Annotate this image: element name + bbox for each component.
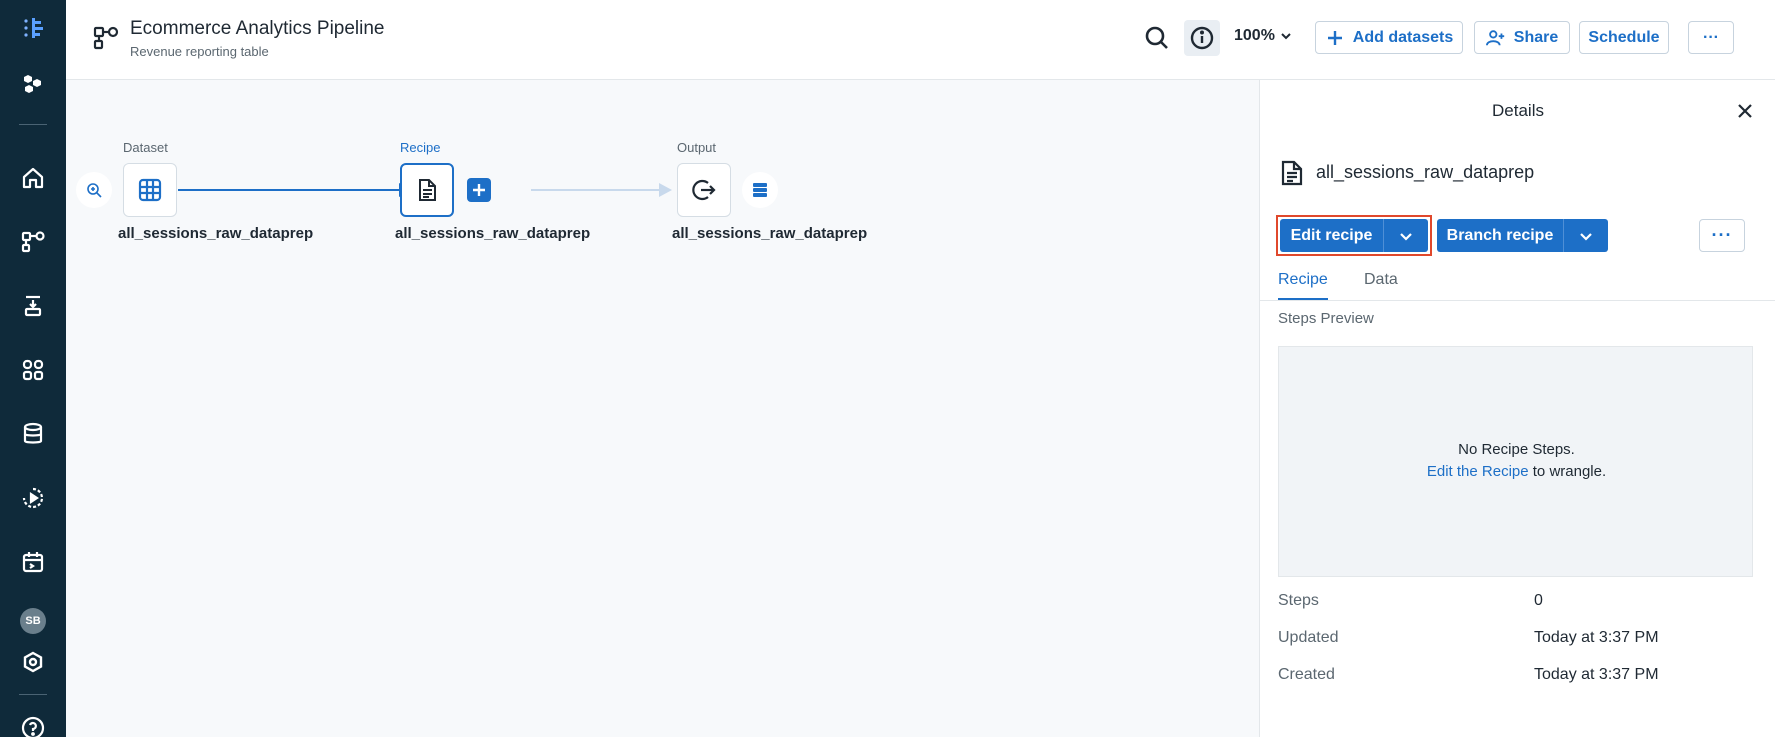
add-datasets-label: Add datasets — [1352, 28, 1454, 46]
no-steps-text: No Recipe Steps. — [1458, 441, 1575, 458]
edit-recipe-highlight — [1276, 215, 1432, 256]
panel-more-button[interactable]: ··· — [1699, 219, 1745, 252]
recipe-label: all_sessions_raw_dataprep — [395, 225, 591, 242]
meta-created-key: Created — [1278, 666, 1335, 683]
document-icon — [1281, 160, 1303, 186]
more-options-icon: ··· — [1703, 28, 1719, 46]
flow-connectors — [178, 183, 672, 197]
chevron-down-icon — [1580, 232, 1592, 241]
server-icon — [753, 183, 767, 197]
document-icon — [419, 179, 436, 201]
output-node[interactable] — [677, 163, 731, 217]
zoom-value: 100% — [1234, 27, 1275, 44]
info-button[interactable] — [1184, 20, 1220, 56]
steps-preview-box: No Recipe Steps. Edit the Recipe to wran… — [1278, 346, 1753, 577]
recipe-caption: Recipe — [400, 140, 441, 155]
branch-recipe-split-button: Branch recipe — [1437, 219, 1608, 252]
avatar[interactable]: SB — [20, 608, 46, 634]
edit-the-recipe-link[interactable]: Edit the Recipe — [1427, 463, 1529, 480]
panel-title: Details — [1492, 101, 1544, 120]
apps-icon[interactable] — [0, 350, 66, 390]
home-icon[interactable] — [0, 158, 66, 198]
flow-canvas[interactable]: Dataset all_sessions_raw_dataprep Recipe… — [66, 80, 1259, 737]
branch-recipe-dropdown[interactable] — [1564, 219, 1608, 252]
edit-hint: Edit the Recipe to wrangle. — [1279, 463, 1754, 480]
meta-created-value: Today at 3:37 PM — [1534, 666, 1659, 683]
more-options-button[interactable]: ··· — [1688, 21, 1734, 54]
flow-icon[interactable] — [0, 222, 66, 262]
page-subtitle: Revenue reporting table — [130, 44, 269, 59]
zoom-dropdown[interactable]: 100% — [1234, 27, 1293, 45]
tabs-divider — [1260, 300, 1775, 301]
calendar-icon[interactable] — [0, 542, 66, 582]
search-icon[interactable] — [1143, 24, 1171, 52]
edit-hint-suffix: to wrangle. — [1528, 463, 1607, 480]
recipe-node[interactable] — [400, 163, 454, 217]
zoom-dataset-button[interactable] — [76, 172, 112, 208]
schedule-label: Schedule — [1588, 28, 1660, 46]
left-nav: SB — [0, 0, 66, 737]
plus-icon — [1327, 30, 1342, 45]
chevron-down-icon — [1281, 33, 1291, 40]
help-icon[interactable] — [0, 708, 66, 737]
dataset-label: all_sessions_raw_dataprep — [118, 225, 314, 242]
dataset-node[interactable] — [123, 163, 177, 217]
jobs-icon[interactable] — [0, 478, 66, 518]
publish-destination-button[interactable] — [742, 172, 778, 208]
logo-icon[interactable] — [0, 8, 66, 48]
meta-updated-value: Today at 3:37 PM — [1534, 629, 1659, 646]
meta-updated-key: Updated — [1278, 629, 1339, 646]
settings-icon[interactable] — [0, 642, 66, 682]
hexagons-icon[interactable] — [0, 64, 66, 104]
search-icon — [87, 183, 102, 198]
plus-icon — [473, 184, 485, 196]
tab-data[interactable]: Data — [1364, 271, 1398, 289]
meta-steps-key: Steps — [1278, 592, 1319, 609]
nav-divider — [19, 694, 47, 695]
branch-recipe-button[interactable]: Branch recipe — [1437, 219, 1564, 252]
share-label: Share — [1513, 28, 1559, 46]
output-label: all_sessions_raw_dataprep — [672, 225, 868, 242]
info-icon — [1190, 26, 1214, 50]
output-icon — [692, 179, 716, 201]
tab-recipe[interactable]: Recipe — [1278, 271, 1328, 289]
add-user-icon — [1485, 29, 1504, 46]
flow-icon — [93, 26, 119, 50]
item-name: all_sessions_raw_dataprep — [1316, 162, 1535, 182]
add-datasets-button[interactable]: Add datasets — [1315, 21, 1463, 54]
database-icon[interactable] — [0, 414, 66, 454]
close-icon[interactable] — [1733, 99, 1757, 123]
output-caption: Output — [677, 140, 717, 155]
header: Ecommerce Analytics Pipeline Revenue rep… — [66, 0, 1775, 80]
details-panel: Details all_sessions_raw_dataprep Edit r… — [1259, 80, 1775, 737]
meta-steps-value: 0 — [1534, 592, 1543, 609]
add-step-button[interactable] — [467, 178, 491, 202]
dataset-caption: Dataset — [123, 140, 168, 155]
import-icon[interactable] — [0, 286, 66, 326]
table-icon — [138, 178, 162, 202]
share-button[interactable]: Share — [1474, 21, 1570, 54]
schedule-button[interactable]: Schedule — [1579, 21, 1669, 54]
page-title: Ecommerce Analytics Pipeline — [130, 18, 385, 39]
steps-preview-label: Steps Preview — [1278, 310, 1374, 327]
nav-divider — [19, 124, 47, 125]
